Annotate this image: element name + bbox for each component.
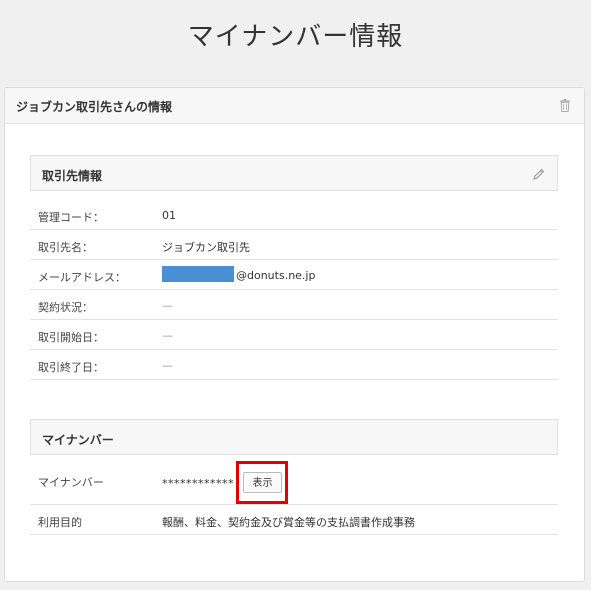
- client-name-label: 取引先名：: [38, 241, 93, 254]
- purpose-label: 利用目的: [38, 516, 82, 529]
- mynumber-label: マイナンバー: [38, 476, 104, 489]
- management-code-label: 管理コード：: [38, 211, 104, 224]
- card-header: ジョブカン取引先さんの情報: [5, 88, 584, 124]
- management-code-value: 01: [162, 209, 176, 222]
- row-management-code: 管理コード： 01: [30, 200, 558, 230]
- show-button[interactable]: 表示: [243, 472, 282, 493]
- client-info-header: 取引先情報: [30, 155, 558, 191]
- row-mynumber: マイナンバー ************ 表示: [30, 460, 558, 505]
- purpose-value: 報酬、料金、契約金及び賞金等の支払調書作成事務: [162, 516, 415, 529]
- email-value: @donuts.ne.jp: [236, 269, 316, 282]
- page-title: マイナンバー情報: [187, 22, 404, 52]
- row-contract-status: 契約状況： —: [30, 290, 558, 320]
- row-email: メールアドレス： @donuts.ne.jp: [30, 260, 558, 290]
- mynumber-section: マイナンバー マイナンバー ************ 表示 利用目的 報酬、料金…: [30, 419, 558, 535]
- end-date-value: —: [162, 359, 173, 372]
- email-label: メールアドレス：: [38, 271, 126, 284]
- client-info-section: 取引先情報 管理コード： 01 取引先名： ジョブカン取引先 メールアドレス： …: [30, 155, 558, 380]
- end-date-label: 取引終了日：: [38, 361, 104, 374]
- start-date-label: 取引開始日：: [38, 331, 104, 344]
- client-card: ジョブカン取引先さんの情報 取引先情報 管理コード： 01 取引先名： ジョブカ…: [4, 87, 585, 582]
- trash-icon[interactable]: [560, 99, 570, 112]
- row-start-date: 取引開始日： —: [30, 320, 558, 350]
- contract-status-label: 契約状況：: [38, 301, 93, 314]
- start-date-value: —: [162, 329, 173, 342]
- row-client-name: 取引先名： ジョブカン取引先: [30, 230, 558, 260]
- mynumber-masked-value: ************: [162, 477, 234, 490]
- contract-status-value: —: [162, 299, 173, 312]
- mynumber-title: マイナンバー: [42, 433, 114, 447]
- card-title: ジョブカン取引先さんの情報: [16, 100, 173, 114]
- mynumber-header: マイナンバー: [30, 419, 558, 455]
- row-end-date: 取引終了日： —: [30, 350, 558, 380]
- pencil-icon[interactable]: [533, 168, 545, 180]
- client-name-value: ジョブカン取引先: [162, 241, 250, 254]
- email-redaction: [162, 266, 234, 282]
- client-info-title: 取引先情報: [42, 169, 103, 183]
- row-purpose: 利用目的 報酬、料金、契約金及び賞金等の支払調書作成事務: [30, 505, 558, 535]
